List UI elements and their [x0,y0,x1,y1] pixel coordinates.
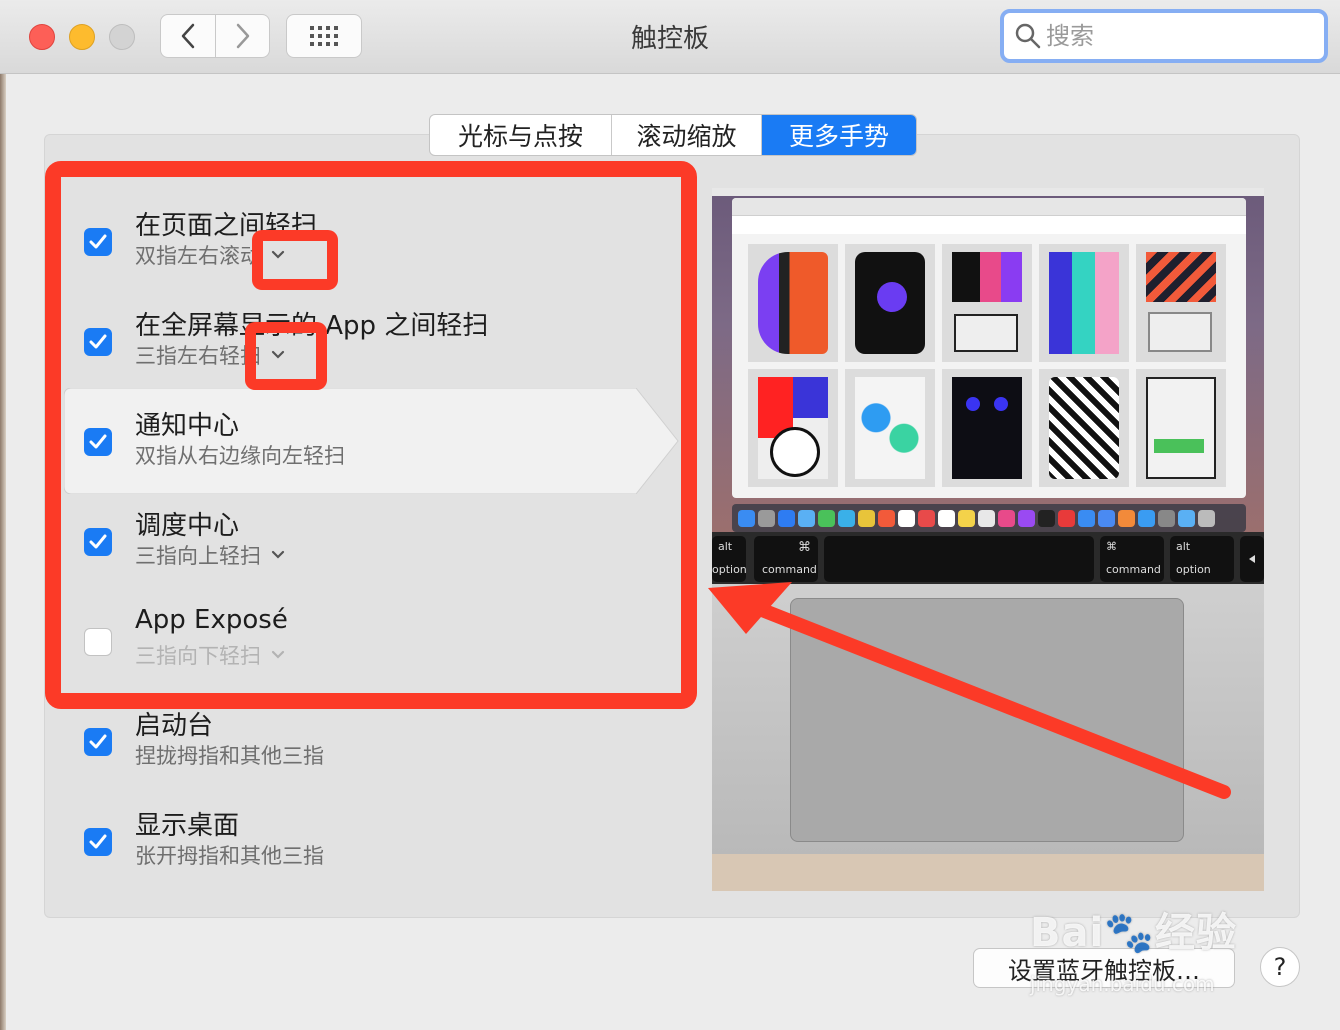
annotation-highlight-box [45,161,697,709]
annotation-highlight-menu-2 [245,322,327,390]
preview-desk [712,854,1264,891]
gesture-description: 张开拇指和其他三指 [135,844,324,868]
gesture-title: 启动台 [135,711,214,741]
annotation-arrow-icon [708,582,1231,799]
watermark-url: jingyan.baidu.com [1030,972,1215,996]
preview-dock [732,504,1246,532]
tab-point-click[interactable]: 光标与点按 [430,115,612,155]
checkmark-icon [89,734,107,749]
preferences-window: 触控板 光标与点按 滚动缩放 更多手势 在页面之间轻扫 双指左右滚动 在全屏幕显… [0,0,1340,1030]
tab-more-gestures[interactable]: 更多手势 [762,115,916,155]
desktop-edge [0,74,6,1030]
watermark-logo: Bai🐾经验 [1030,910,1237,956]
gesture-show-desktop[interactable]: 显示桌面 张开拇指和其他三指 [64,788,684,888]
preview-browser-window [732,198,1246,498]
gesture-description: 捏拢拇指和其他三指 [135,744,324,768]
tab-scroll-zoom[interactable]: 滚动缩放 [612,115,762,155]
annotation-highlight-menu-1 [252,230,338,290]
key-arrow-left [1240,536,1264,582]
search-field[interactable] [1000,9,1328,63]
checkmark-icon [89,834,107,849]
search-input[interactable] [1046,22,1306,50]
tab-bar: 光标与点按 滚动缩放 更多手势 [429,114,917,156]
preview-screen [712,188,1264,532]
checkbox[interactable] [84,728,112,756]
titlebar: 触控板 [0,0,1340,74]
preview-menubar [712,188,1264,196]
gesture-title: 显示桌面 [135,811,240,841]
search-icon [1015,23,1041,49]
help-button[interactable]: ? [1260,947,1300,987]
checkbox[interactable] [84,828,112,856]
